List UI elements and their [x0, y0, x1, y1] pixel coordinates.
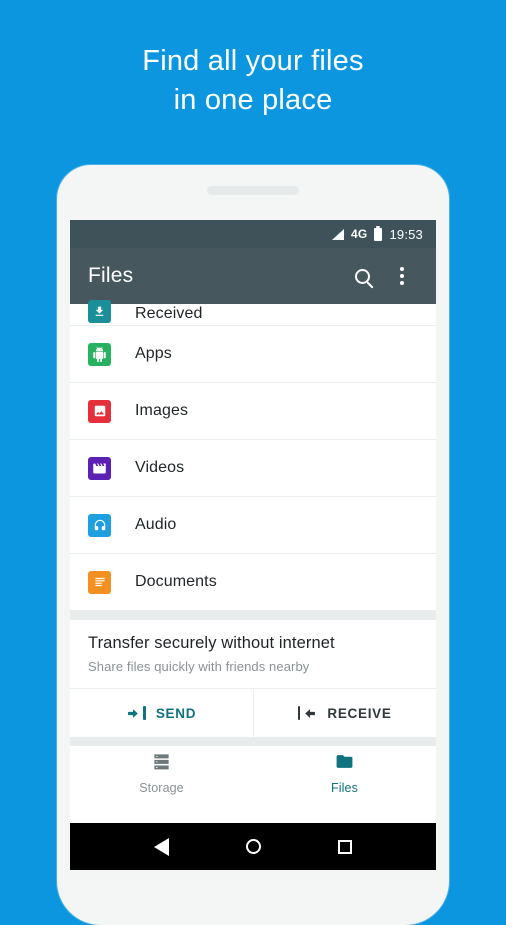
home-circle-icon[interactable]: [245, 839, 261, 854]
nav-tab-label: Files: [331, 781, 358, 795]
headphones-icon: [88, 513, 111, 537]
list-item-videos[interactable]: Videos: [70, 440, 436, 497]
list-item-label: Audio: [135, 516, 177, 533]
app-bar: Files: [70, 248, 436, 304]
search-button[interactable]: [342, 256, 382, 296]
status-bar-clock: 19:53: [389, 226, 423, 242]
send-button[interactable]: SEND: [70, 689, 253, 737]
battery-icon: [374, 225, 383, 241]
overflow-menu-button[interactable]: [382, 256, 422, 296]
folder-icon: [334, 752, 355, 776]
bottom-nav-separator: [70, 737, 436, 746]
receive-button[interactable]: RECEIVE: [252, 689, 437, 737]
speaker-grille: [207, 186, 299, 195]
promo-headline: Find all your files in one place: [0, 42, 506, 120]
network-type-label: 4G: [351, 227, 368, 241]
list-item-received[interactable]: Received: [70, 300, 436, 326]
search-icon: [354, 268, 370, 284]
transfer-actions: SEND RECEIVE: [70, 688, 436, 737]
list-item-label: Images: [135, 402, 189, 419]
app-title: Files: [88, 264, 134, 287]
list-item-audio[interactable]: Audio: [70, 497, 436, 554]
file-category-list: Received Apps Images Videos Audio Docume…: [70, 300, 436, 611]
list-item-label: Apps: [135, 345, 172, 362]
android-robot-icon: [88, 342, 111, 366]
send-label: SEND: [155, 705, 197, 721]
nav-tab-storage[interactable]: Storage: [70, 746, 253, 801]
overflow-menu-icon: [400, 267, 404, 285]
section-separator: [70, 611, 436, 620]
phone-frame: 4G 19:53 Files Received Apps Images Vide…: [57, 165, 449, 925]
status-bar: 4G 19:53: [70, 220, 436, 248]
list-item-label: Documents: [135, 573, 217, 590]
transfer-title: Transfer securely without internet: [88, 634, 335, 652]
download-inbox-icon: [88, 300, 111, 323]
bottom-navigation: Storage Files: [70, 746, 436, 801]
list-item-apps[interactable]: Apps: [70, 326, 436, 383]
arrow-right-to-bar-icon: [126, 706, 146, 720]
list-item-documents[interactable]: Documents: [70, 554, 436, 611]
clapperboard-icon: [88, 456, 111, 480]
receive-label: RECEIVE: [327, 705, 392, 721]
storage-server-icon: [152, 752, 171, 776]
nav-tab-label: Storage: [139, 781, 184, 795]
recents-square-icon[interactable]: [337, 839, 352, 854]
list-item-label: Videos: [135, 459, 185, 476]
headline-line-2: in one place: [173, 84, 333, 116]
transfer-subtitle: Share files quickly with friends nearby: [88, 659, 310, 674]
document-icon: [88, 570, 111, 594]
system-navigation-bar: [70, 823, 436, 870]
list-item-images[interactable]: Images: [70, 383, 436, 440]
arrow-left-to-bar-icon: [297, 706, 318, 720]
photo-icon: [88, 399, 111, 423]
back-triangle-icon[interactable]: [154, 837, 170, 856]
list-item-label: Received: [135, 305, 203, 322]
headline-line-1: Find all your files: [142, 45, 364, 77]
signal-triangle-icon: [332, 228, 345, 240]
nav-tab-files[interactable]: Files: [253, 746, 436, 801]
phone-screen: 4G 19:53 Files Received Apps Images Vide…: [70, 220, 436, 870]
transfer-card: Transfer securely without internet Share…: [70, 620, 436, 737]
